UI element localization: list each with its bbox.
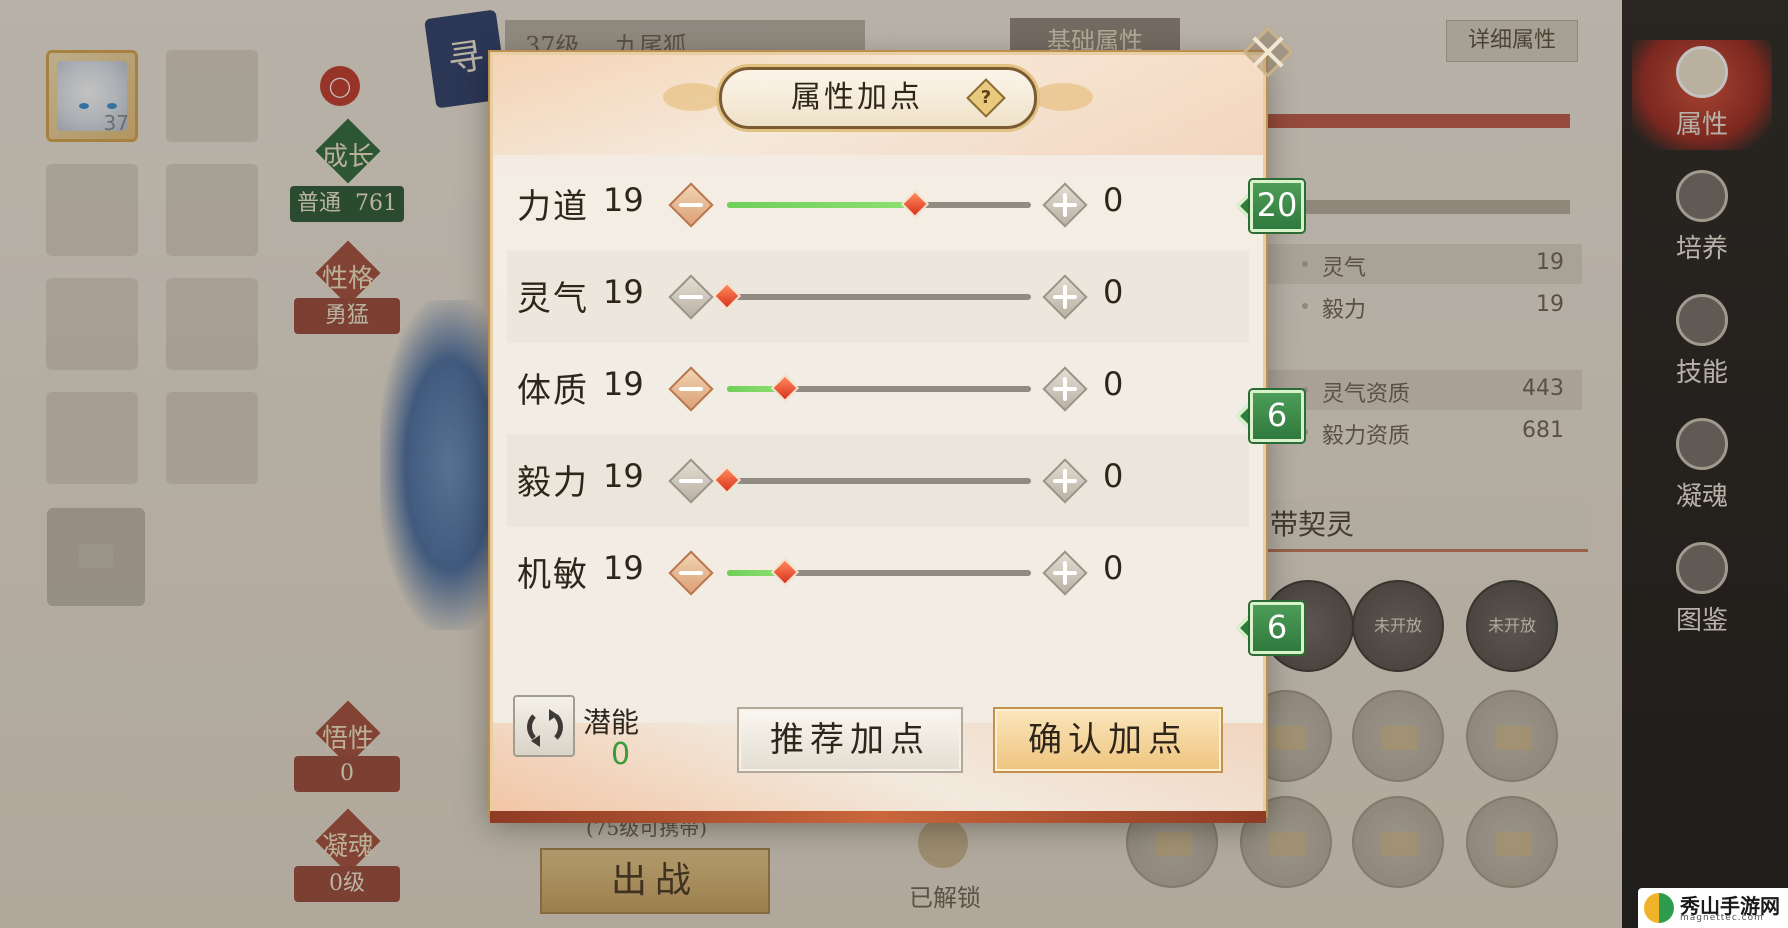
site-watermark: 秀山手游网 magnettec.com bbox=[1638, 888, 1788, 928]
attribute-row: 力道 19 0 bbox=[507, 159, 1249, 251]
recommend-points-button[interactable]: 推荐加点 bbox=[737, 707, 963, 773]
attribute-added-value: 0 bbox=[1103, 549, 1124, 587]
attribute-name: 毅力 bbox=[517, 463, 589, 503]
attribute-name: 机敏 bbox=[517, 555, 589, 595]
slider-thumb[interactable] bbox=[712, 281, 742, 311]
slider-thumb[interactable] bbox=[770, 557, 799, 587]
attribute-name: 体质 bbox=[517, 371, 589, 411]
recommended-badge: 6 bbox=[1235, 602, 1304, 654]
plus-button[interactable] bbox=[1042, 274, 1088, 320]
plus-button[interactable] bbox=[1042, 366, 1088, 412]
minus-button[interactable] bbox=[668, 274, 714, 320]
attribute-added-value: 0 bbox=[1103, 181, 1124, 219]
minus-button[interactable] bbox=[668, 458, 714, 504]
recommended-badge: 20 bbox=[1235, 180, 1304, 232]
dialog-title: 属性加点 bbox=[791, 80, 923, 115]
potential-value: 0 bbox=[611, 737, 631, 772]
minus-button[interactable] bbox=[668, 366, 714, 412]
attribute-slider[interactable] bbox=[712, 281, 1031, 311]
attribute-points-dialog: 属性加点 ? 力道 19 0 灵气 19 0 体质 19 0 毅力 19 0 机… bbox=[490, 52, 1266, 823]
minus-button[interactable] bbox=[668, 550, 714, 596]
potential-label: 潜能 bbox=[583, 706, 640, 739]
site-logo-icon bbox=[1644, 893, 1674, 923]
cloud-ornament bbox=[663, 83, 723, 111]
close-button[interactable] bbox=[1240, 24, 1296, 80]
attribute-row: 体质 19 0 bbox=[507, 343, 1249, 435]
attribute-base-value: 19 bbox=[603, 181, 644, 219]
cloud-ornament bbox=[1033, 83, 1093, 111]
attribute-row: 灵气 19 0 bbox=[507, 251, 1249, 343]
attribute-slider[interactable] bbox=[727, 189, 1031, 219]
slider-thumb[interactable] bbox=[770, 373, 799, 403]
attribute-added-value: 0 bbox=[1103, 365, 1124, 403]
attribute-base-value: 19 bbox=[603, 365, 644, 403]
dialog-border bbox=[490, 811, 1266, 823]
plus-button[interactable] bbox=[1042, 458, 1088, 504]
plus-button[interactable] bbox=[1042, 550, 1088, 596]
dialog-title-plate: 属性加点 ? bbox=[719, 67, 1037, 129]
attribute-added-value: 0 bbox=[1103, 457, 1124, 495]
attribute-added-value: 0 bbox=[1103, 273, 1124, 311]
attribute-base-value: 19 bbox=[603, 273, 644, 311]
attribute-slider[interactable] bbox=[727, 373, 1031, 403]
minus-button[interactable] bbox=[668, 182, 714, 228]
attribute-row: 机敏 19 0 bbox=[507, 527, 1249, 619]
attribute-name: 灵气 bbox=[517, 279, 589, 319]
attribute-name: 力道 bbox=[517, 187, 589, 227]
plus-button[interactable] bbox=[1042, 182, 1088, 228]
attribute-slider[interactable] bbox=[727, 557, 1031, 587]
reset-button[interactable] bbox=[513, 695, 575, 757]
confirm-points-button[interactable]: 确认加点 bbox=[993, 707, 1223, 773]
slider-thumb[interactable] bbox=[712, 465, 742, 495]
attribute-row: 毅力 19 0 bbox=[507, 435, 1249, 527]
attribute-slider[interactable] bbox=[712, 465, 1031, 495]
attribute-base-value: 19 bbox=[603, 549, 644, 587]
attribute-base-value: 19 bbox=[603, 457, 644, 495]
slider-thumb[interactable] bbox=[901, 189, 930, 219]
recommended-badge: 6 bbox=[1235, 390, 1304, 442]
